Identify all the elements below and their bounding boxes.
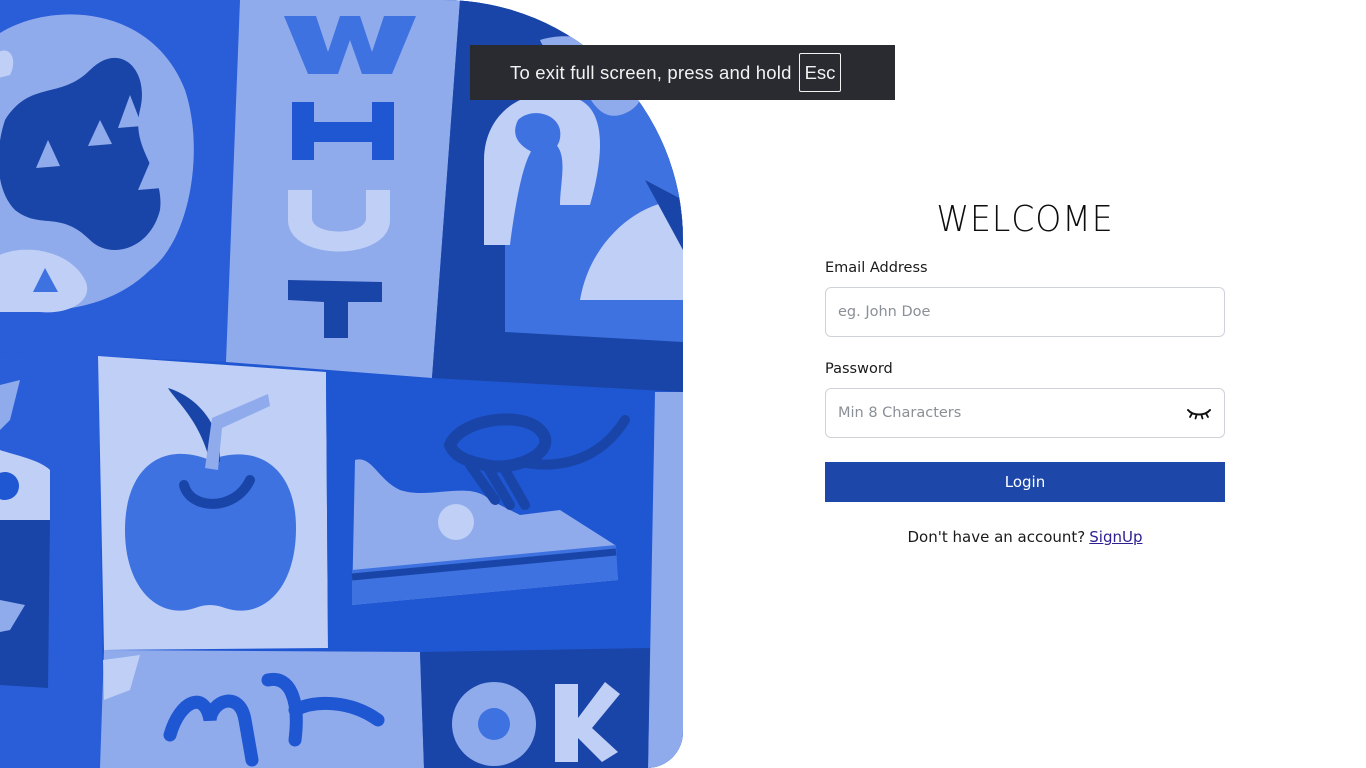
hero-illustration bbox=[0, 0, 683, 768]
password-group: Password bbox=[825, 361, 1225, 438]
login-button[interactable]: Login bbox=[825, 462, 1225, 502]
illustration-graphic bbox=[0, 0, 683, 768]
fullscreen-notice: To exit full screen, press and hold Esc bbox=[470, 45, 895, 100]
eye-closed-icon[interactable] bbox=[1186, 402, 1212, 426]
password-label: Password bbox=[825, 361, 893, 377]
signup-prompt: Don't have an account? bbox=[907, 528, 1086, 546]
fullscreen-notice-text: To exit full screen, press and hold bbox=[510, 61, 792, 83]
signup-row: Don't have an account? SignUp bbox=[825, 528, 1225, 546]
email-group: Email Address bbox=[825, 260, 1225, 337]
email-label: Email Address bbox=[825, 260, 928, 276]
esc-key-badge: Esc bbox=[798, 53, 842, 92]
email-input[interactable] bbox=[826, 288, 1224, 336]
signup-link[interactable]: SignUp bbox=[1089, 528, 1142, 546]
login-form: WELCOME Email Address Password Login bbox=[825, 196, 1225, 546]
email-input-box bbox=[825, 287, 1225, 337]
page-title: WELCOME bbox=[936, 199, 1114, 240]
password-input-box bbox=[825, 388, 1225, 438]
login-page: To exit full screen, press and hold Esc … bbox=[0, 0, 1366, 768]
password-input[interactable] bbox=[826, 389, 1224, 437]
